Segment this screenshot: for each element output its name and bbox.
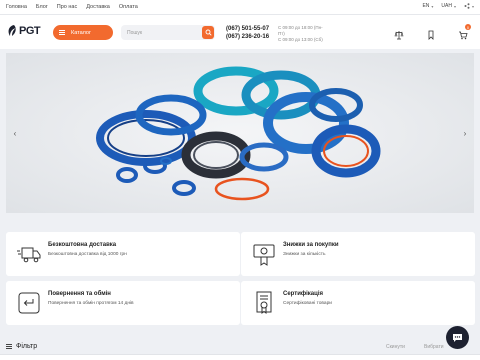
discount-tag-icon [253,244,275,266]
feature-card-returns: Повернення та обмін Повернення та обмін … [6,281,240,325]
feature-subtitle: Знижки за кількість [283,252,326,257]
hero-banner[interactable]: ‹ › [6,53,474,213]
nav-link-home[interactable]: Головна [6,4,27,10]
feature-card-delivery: Безкоштовна доставка Безкоштовна доставк… [6,232,240,276]
bookmark-icon [428,30,434,40]
working-hours: С 09:00 до 18:00 (Пн-Пт) С 09:00 до 13:0… [278,25,328,43]
truck-icon [17,247,41,263]
product-list-top [0,354,480,360]
wishlist-button[interactable] [426,27,436,40]
filter-lines-icon [6,344,12,349]
phone-2[interactable]: (067) 236-20-16 [226,33,269,41]
search-input[interactable] [121,25,215,40]
top-bar: Головна Блог Про нас Доставка Оплата EN … [0,0,480,15]
chevron-down-icon: ▾ [471,3,474,9]
feature-title: Сертифікація [283,291,323,297]
feature-subtitle: Повернення та обмін протягом 14 днів [48,301,134,306]
chevron-down-icon: ▾ [453,3,456,9]
phone-1[interactable]: (067) 501-55-07 [226,25,269,33]
feature-title: Знижки за покупки [283,242,339,248]
menu-icon [59,30,65,35]
site-header: PGT Каталог (067) 501-55-07 (067) 236-20… [0,15,480,49]
catalog-button[interactable]: Каталог [53,25,113,40]
banner-prev-arrow[interactable]: ‹ [10,128,20,138]
logo-mark-icon [8,25,16,36]
phone-numbers: (067) 501-55-07 (067) 236-20-16 [226,25,269,41]
certificate-icon [256,291,272,314]
nav-link-blog[interactable]: Блог [36,4,48,10]
sort-select[interactable]: Вибрати [424,344,444,350]
chat-button[interactable] [446,326,469,349]
nav-link-delivery[interactable]: Доставка [86,4,110,10]
compare-button[interactable] [394,27,404,40]
search-icon [205,29,212,36]
feature-title: Безкоштовна доставка [48,242,117,248]
filter-reset-link[interactable]: Скинути [386,344,405,350]
top-nav: Головна Блог Про нас Доставка Оплата [6,4,138,10]
share-icon [464,3,470,9]
feature-subtitle: Безкоштовна доставка від 1000 грн [48,252,127,257]
feature-card-discount: Знижки за покупки Знижки за кількість [241,232,475,276]
chevron-down-icon: ▾ [431,3,434,9]
feature-card-certification: Сертифікація Сертифіковані товари [241,281,475,325]
nav-link-payment[interactable]: Оплата [119,4,138,10]
seal-rings-image [6,53,474,213]
language-select[interactable]: EN ▾ [422,3,433,9]
return-icon [18,292,40,314]
hours-weekdays: С 09:00 до 18:00 (Пн-Пт) [278,25,323,36]
filter-toggle[interactable]: Фільтр [6,343,37,350]
banner-next-arrow[interactable]: › [460,128,470,138]
cart-button[interactable]: 0 [458,24,471,40]
currency-select[interactable]: UAH ▾ [441,3,456,9]
cart-icon [459,31,468,40]
logo[interactable]: PGT [7,24,41,38]
feature-subtitle: Сертифіковані товари [283,301,332,306]
hours-saturday: С 09:00 до 13:00 (Сб) [278,37,323,42]
search-button[interactable] [202,26,214,39]
chat-bubble-icon [453,333,462,342]
cart-count-badge: 0 [465,24,471,30]
currency-value: UAH [441,3,452,9]
filter-title: Фільтр [16,343,38,350]
top-toolbox: EN ▾ UAH ▾ ▾ [422,3,474,9]
language-value: EN [422,3,430,9]
header-icons: 0 [394,24,471,40]
catalog-label: Каталог [71,29,91,36]
feature-title: Повернення та обмін [48,291,111,297]
nav-link-about[interactable]: Про нас [57,4,77,10]
contacts-select[interactable]: ▾ [464,3,474,9]
logo-text: PGT [19,25,41,37]
compare-scales-icon [394,31,404,40]
